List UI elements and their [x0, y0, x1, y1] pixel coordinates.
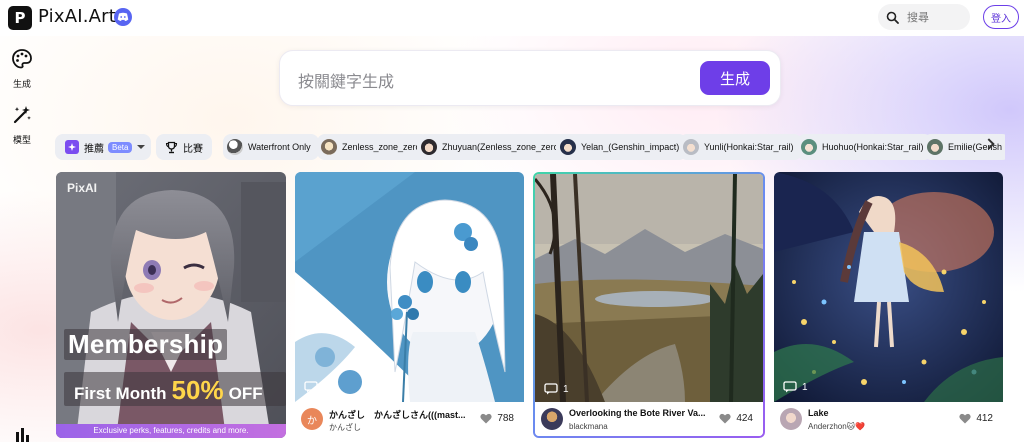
card-footer: Overlooking the Bote River Va... blackma…	[535, 402, 763, 436]
offer-suffix: OFF	[228, 384, 263, 403]
search-box[interactable]: 搜尋	[878, 4, 970, 30]
like-button[interactable]: 412	[959, 413, 993, 424]
heart-icon	[480, 413, 492, 424]
artwork-card-highlighted[interactable]: 1 Overlooking the Bote River Va... black…	[533, 172, 765, 438]
offer-prefix: First Month	[74, 384, 167, 403]
promo-brand: PixAI	[67, 181, 98, 195]
brand-name[interactable]: PixAI.Art	[38, 6, 116, 27]
tag-chip[interactable]: Yelan_(Genshin_impact)	[556, 134, 688, 160]
tag-label: Huohuo(Honkai:Star_rail)	[822, 142, 924, 152]
card-title: かんざし かんざしさん(((mast...	[329, 410, 466, 420]
sparkle-icon	[65, 140, 79, 154]
tag-chip[interactable]: Zhuyuan(Zenless_zone_zero)	[417, 134, 570, 160]
pixai-logo-icon[interactable]: P	[8, 6, 32, 30]
tag-label: Zenless_zone_zero	[342, 142, 421, 152]
artwork-card[interactable]: 1 Lake Anderzhon🐱❤️ 412	[774, 172, 1003, 438]
offer-percent: 50%	[171, 375, 224, 405]
tag-avatar	[421, 139, 437, 155]
heart-icon	[959, 413, 971, 424]
tag-avatar	[927, 139, 943, 155]
palette-icon	[12, 49, 32, 69]
artwork-card[interactable]: 13 か かんざし かんざしさん(((mast... かんざし 788	[295, 172, 524, 438]
like-button[interactable]: 788	[480, 413, 514, 424]
prompt-input[interactable]: 按關鍵字生成	[298, 68, 394, 92]
sidebar-item-label: 模型	[12, 135, 31, 145]
comment-count: 1	[783, 379, 808, 395]
contest-button[interactable]: 比賽	[156, 134, 212, 160]
sidebar-item-more[interactable]	[0, 428, 44, 442]
tag-label: Zhuyuan(Zenless_zone_zero)	[442, 142, 562, 152]
recommend-dropdown[interactable]: 推薦 Beta	[55, 134, 151, 160]
sidebar-item-label: 生成	[12, 79, 31, 89]
artwork-image	[774, 172, 1003, 402]
tag-avatar	[560, 139, 576, 155]
sidebar-item-models[interactable]: 模型	[0, 104, 44, 146]
logo-letter: P	[14, 9, 26, 27]
card-footer: か かんざし かんざしさん(((mast... かんざし 788	[295, 402, 524, 438]
artwork-image	[535, 174, 763, 402]
avatar[interactable]	[780, 408, 802, 430]
tag-label: Waterfront Only	[248, 142, 311, 152]
contest-label: 比賽	[183, 143, 203, 155]
recommend-label: 推薦	[84, 143, 104, 155]
tag-chip[interactable]: Yunli(Honkai:Star_rail)	[679, 134, 802, 160]
tag-avatar	[801, 139, 817, 155]
generate-button[interactable]: 生成	[700, 61, 770, 95]
promo-strip: Exclusive perks, features, credits and m…	[56, 424, 286, 438]
trophy-icon	[165, 141, 178, 153]
tag-label: Yelan_(Genshin_impact)	[581, 142, 680, 152]
magic-wand-icon	[13, 106, 31, 124]
sidebar-item-generate[interactable]: 生成	[0, 48, 44, 90]
comment-count-value: 1	[563, 383, 569, 395]
comment-icon	[544, 383, 558, 395]
comment-count: 1	[544, 381, 569, 397]
comment-count-value: 13	[323, 381, 335, 393]
card-author[interactable]: blackmana	[569, 422, 608, 431]
heart-icon	[719, 413, 731, 424]
tag-avatar	[321, 139, 337, 155]
tag-label: Yunli(Honkai:Star_rail)	[704, 142, 794, 152]
comment-icon	[783, 381, 797, 393]
discord-icon[interactable]	[114, 8, 132, 26]
tag-avatar	[683, 139, 699, 155]
filter-row: 推薦 Beta 比賽 Waterfront Only Zenless_zone_…	[55, 132, 1005, 162]
card-author[interactable]: かんざし	[329, 422, 361, 433]
avatar[interactable]	[541, 408, 563, 430]
card-footer: Lake Anderzhon🐱❤️ 412	[774, 402, 1003, 438]
promo-title: Membership	[64, 329, 228, 360]
comment-count-value: 1	[802, 381, 808, 393]
search-label: 搜尋	[907, 12, 929, 24]
membership-promo-card[interactable]: PixAI Membership First Month 50% OFF Exc…	[56, 172, 286, 438]
card-author[interactable]: Anderzhon🐱❤️	[808, 422, 865, 431]
card-title: Overlooking the Bote River Va...	[569, 408, 706, 418]
tag-avatar	[227, 139, 243, 155]
search-icon	[886, 11, 899, 24]
like-count: 788	[497, 413, 514, 424]
tag-chip[interactable]: Emilie(Gensh	[923, 134, 1005, 160]
like-count: 424	[736, 413, 753, 424]
tag-chip[interactable]: Waterfront Only	[223, 134, 319, 160]
like-button[interactable]: 424	[719, 413, 753, 424]
chevron-down-icon	[137, 145, 146, 149]
promo-offer: First Month 50% OFF	[64, 372, 286, 406]
chart-icon	[16, 428, 29, 442]
avatar[interactable]: か	[301, 408, 323, 430]
beta-badge: Beta	[108, 141, 133, 153]
like-count: 412	[976, 413, 993, 424]
avatar-letter: か	[307, 415, 317, 427]
comment-icon	[304, 381, 318, 393]
left-sidebar: 生成 模型	[0, 36, 44, 442]
prompt-input-bar[interactable]: 按關鍵字生成 生成	[279, 50, 781, 106]
card-title: Lake	[808, 408, 829, 418]
tag-list: Waterfront Only Zenless_zone_zero Zhuyua…	[223, 134, 1005, 160]
login-button[interactable]: 登入	[983, 5, 1019, 29]
top-header: P PixAI.Art 搜尋 登入	[0, 0, 1024, 36]
comment-count: 13	[304, 379, 334, 395]
tag-chip[interactable]: Huohuo(Honkai:Star_rail)	[797, 134, 932, 160]
artwork-image	[295, 172, 524, 402]
tag-chip[interactable]: Zenless_zone_zero	[317, 134, 429, 160]
